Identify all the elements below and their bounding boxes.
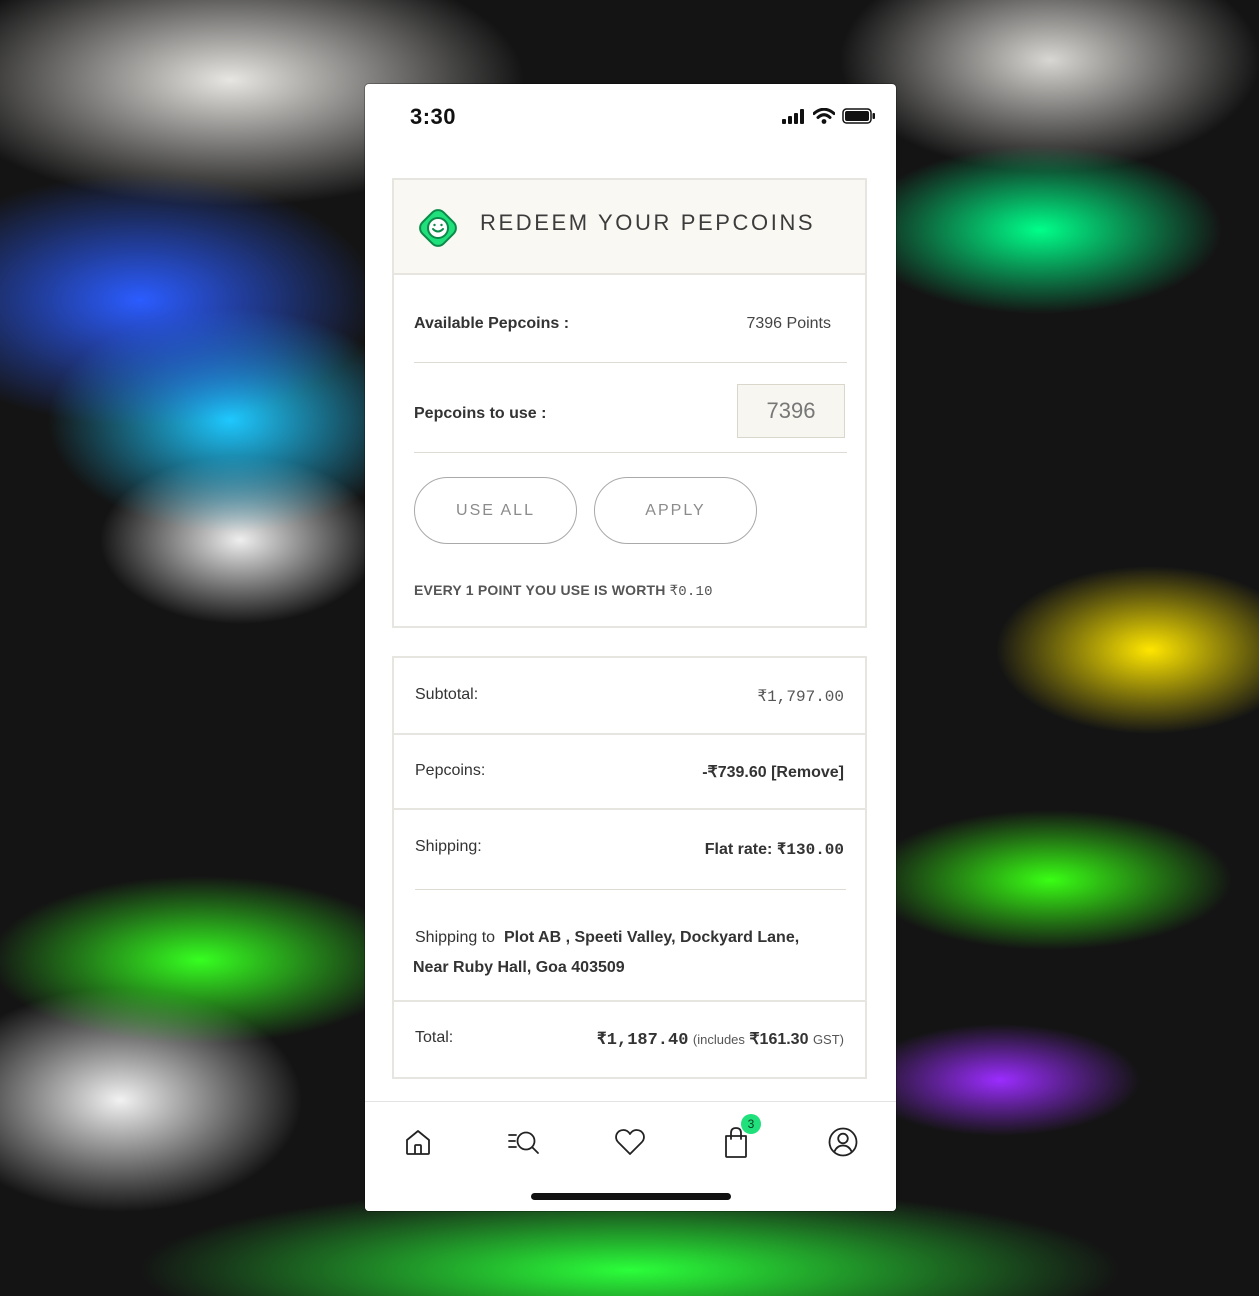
total-row: Total: ₹1,187.40 (includes ₹161.30 GST): [394, 1002, 865, 1077]
total-value: ₹1,187.40: [596, 1031, 689, 1050]
shipping-address-line1: Plot AB , Speeti Valley, Dockyard Lane,: [503, 929, 800, 946]
heart-icon: [615, 1129, 645, 1155]
subtotal-label: Subtotal:: [415, 686, 479, 703]
nav-wishlist[interactable]: [610, 1122, 650, 1162]
redeem-header: REDEEM YOUR PEPCOINS: [394, 180, 865, 275]
total-label: Total:: [415, 1029, 454, 1046]
shipping-row: Shipping: Flat rate: ₹130.00 Shipping to…: [394, 810, 865, 996]
redeem-title: REDEEM YOUR PEPCOINS: [480, 210, 816, 235]
signal-icon: [782, 108, 804, 124]
shipping-label: Shipping:: [415, 838, 482, 855]
pepcoins-row: Pepcoins: -₹739.60 [Remove]: [394, 735, 865, 809]
shipping-rate-prefix: Flat rate:: [704, 841, 777, 858]
divider: [415, 889, 846, 890]
gst-suffix: GST): [812, 1032, 844, 1047]
phone-screen: 3:30 REDEEM YOUR PEPCOINS Available Pepc…: [365, 84, 896, 1211]
shipping-to-label: Shipping to: [415, 929, 496, 946]
total-amount: ₹1,187.40 (includes ₹161.30 GST): [597, 1029, 844, 1050]
nav-search[interactable]: [504, 1122, 544, 1162]
shipping-address-line2: Near Ruby Hall, Goa 403509: [413, 959, 625, 976]
divider: [414, 362, 847, 363]
remove-pepcoins-link[interactable]: [Remove]: [771, 764, 844, 781]
divider: [414, 452, 847, 453]
subtotal-row: Subtotal: ₹1,797.00: [394, 658, 865, 734]
pepcoins-discount: -₹739.60 [Remove]: [702, 762, 844, 782]
search-list-icon: [508, 1131, 539, 1154]
gst-value: ₹161.30: [749, 1031, 809, 1048]
nav-profile[interactable]: [823, 1122, 863, 1162]
pepcoins-to-use-input[interactable]: [737, 384, 845, 438]
home-icon: [406, 1130, 430, 1155]
pepcoins-discount-value: -₹739.60: [702, 764, 767, 781]
redeem-pepcoins-card: REDEEM YOUR PEPCOINS Available Pepcoins …: [392, 178, 867, 628]
apply-button[interactable]: APPLY: [594, 477, 757, 544]
pepcoin-icon: [419, 209, 457, 247]
point-worth-value: ₹0.10: [669, 584, 713, 600]
nav-home[interactable]: [398, 1122, 438, 1162]
order-summary-card: Subtotal: ₹1,797.00 Pepcoins: -₹739.60 […: [392, 656, 867, 1079]
pepcoins-to-use-label: Pepcoins to use :: [414, 405, 547, 422]
use-all-button[interactable]: USE ALL: [414, 477, 577, 544]
shipping-rate: Flat rate: ₹130.00: [705, 839, 844, 859]
profile-icon: [828, 1127, 858, 1157]
point-worth-text: EVERY 1 POINT YOU USE IS WORTH: [414, 582, 670, 598]
subtotal-value: ₹1,797.00: [757, 688, 844, 706]
pepcoins-label: Pepcoins:: [415, 762, 486, 779]
home-indicator: [531, 1193, 731, 1200]
shipping-rate-value: ₹130.00: [776, 841, 844, 859]
gst-prefix: (includes: [692, 1032, 745, 1047]
status-icons: [782, 108, 876, 124]
status-bar: 3:30: [365, 84, 896, 150]
available-pepcoins-value: 7396 Points: [746, 315, 831, 332]
shipping-address: Shipping to Plot AB , Speeti Valley, Doc…: [413, 923, 799, 983]
available-pepcoins-label: Available Pepcoins :: [414, 315, 570, 332]
cart-badge: 3: [741, 1114, 761, 1134]
point-worth-note: EVERY 1 POINT YOU USE IS WORTH ₹0.10: [414, 582, 713, 600]
wifi-icon: [813, 108, 835, 124]
status-time: 3:30: [410, 104, 457, 129]
battery-icon: [842, 108, 875, 124]
